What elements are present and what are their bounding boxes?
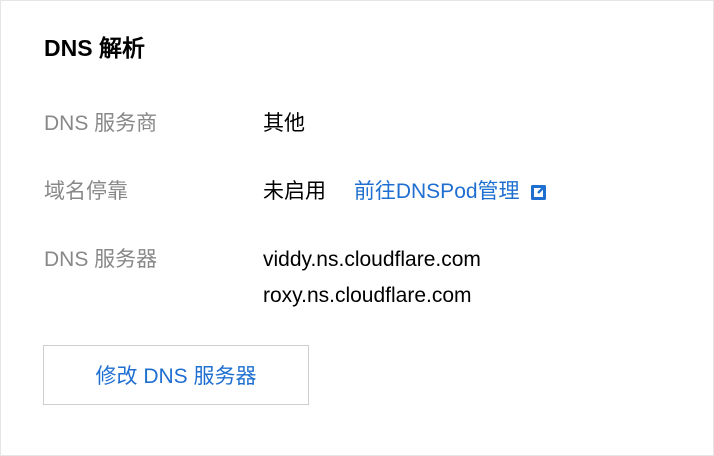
external-link-icon bbox=[530, 185, 546, 200]
dns-server-label: DNS 服务器 bbox=[44, 248, 158, 271]
domain-parking-label: 域名停靠 bbox=[44, 180, 128, 203]
domain-parking-value: 未启用 bbox=[263, 180, 326, 203]
dns-server-value-2: roxy.ns.cloudflare.com bbox=[263, 284, 472, 307]
modify-dns-server-button-label: 修改 DNS 服务器 bbox=[95, 365, 257, 388]
dns-settings-card: DNS 解析 DNS 服务商 其他 域名停靠 未启用 前往DNSPod管理 DN… bbox=[0, 0, 714, 456]
dns-provider-label: DNS 服务商 bbox=[44, 112, 158, 135]
dns-provider-value: 其他 bbox=[263, 112, 305, 135]
dnspod-manage-link-text: 前往DNSPod管理 bbox=[353, 180, 520, 203]
section-title: DNS 解析 bbox=[44, 35, 145, 61]
dns-server-value-1: viddy.ns.cloudflare.com bbox=[263, 248, 481, 271]
dnspod-manage-link[interactable]: 前往DNSPod管理 bbox=[354, 177, 549, 207]
modify-dns-server-button[interactable]: 修改 DNS 服务器 bbox=[43, 345, 309, 405]
domain-parking-row: 未启用 前往DNSPod管理 bbox=[263, 177, 549, 207]
